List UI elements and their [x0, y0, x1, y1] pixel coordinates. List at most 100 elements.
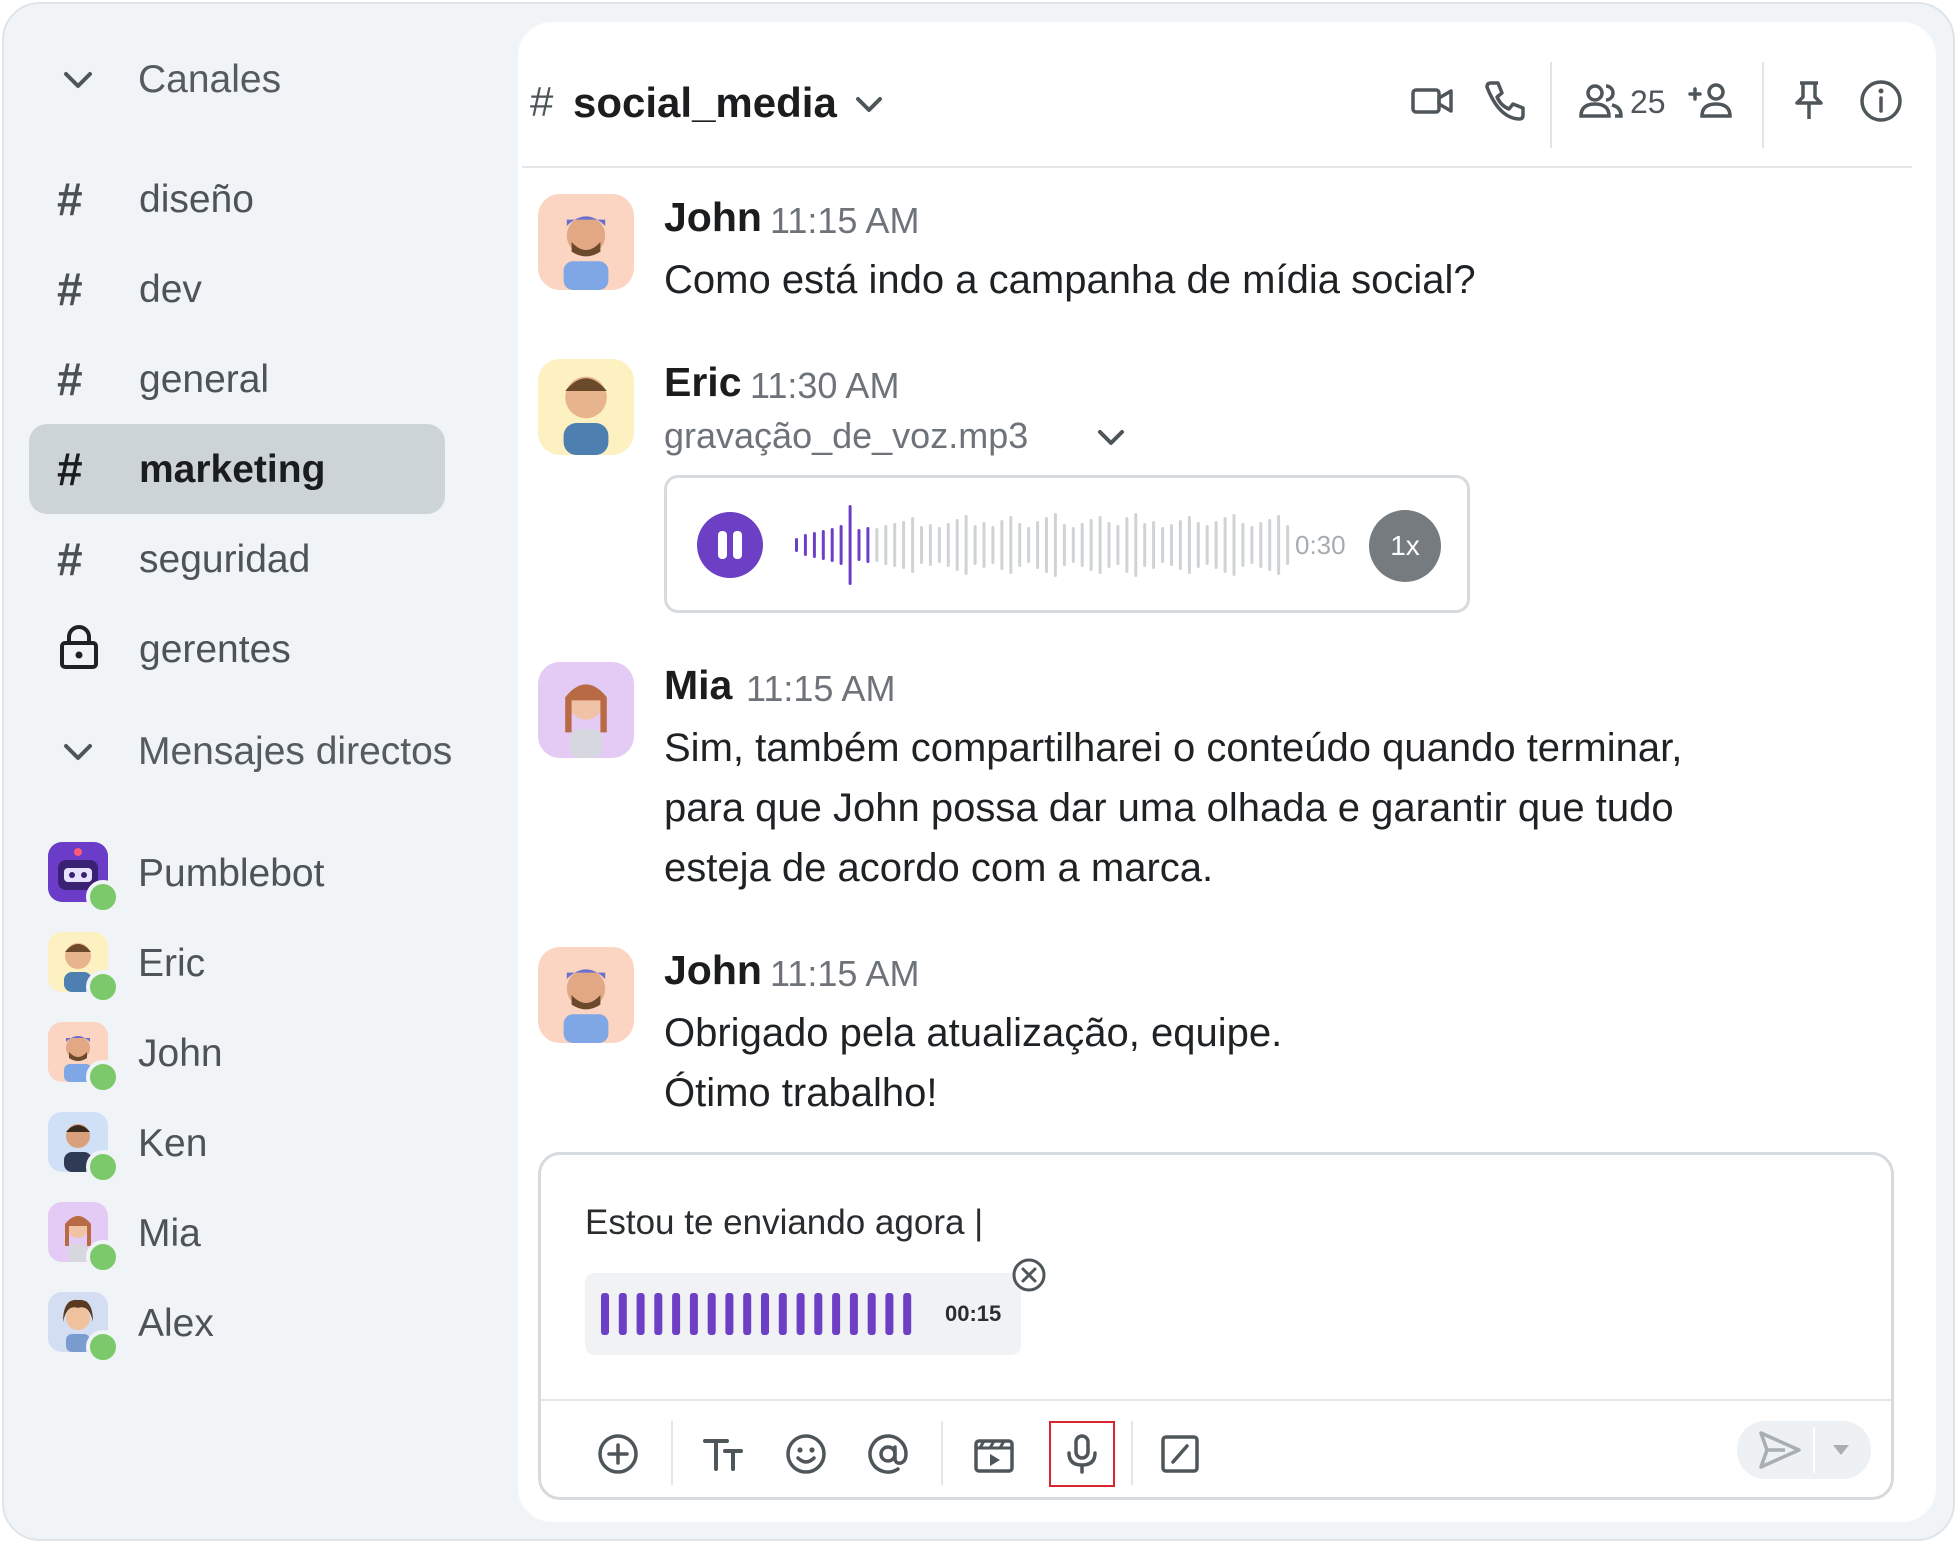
- microphone-button[interactable]: [1049, 1421, 1115, 1487]
- message-author[interactable]: John: [664, 947, 762, 994]
- waveform-bar: [946, 523, 950, 567]
- add-member-icon[interactable]: [1688, 78, 1734, 124]
- hash-icon: #: [57, 353, 83, 405]
- waveform-bar: [1241, 523, 1245, 567]
- dm-item-eric[interactable]: Eric: [4, 918, 504, 1008]
- sidebar-item-label: seguridad: [139, 538, 311, 581]
- waveform-bar: [1080, 523, 1084, 567]
- member-count[interactable]: 25: [1630, 84, 1666, 121]
- message-author[interactable]: Mia: [664, 662, 732, 709]
- dm-section-toggle[interactable]: Mensajes directos: [4, 722, 504, 782]
- toolbar-divider: [941, 1421, 943, 1485]
- recording-bar: [601, 1293, 609, 1335]
- waveform-bar: [1178, 520, 1182, 570]
- message-composer: Estou te enviando agora | 00:15: [538, 1152, 1894, 1500]
- channels-section-toggle[interactable]: Canales: [4, 50, 504, 110]
- waveform-bar: [848, 505, 852, 585]
- audio-player: 0:30 1x: [664, 475, 1470, 613]
- sidebar-item-diseno[interactable]: # diseño: [29, 154, 445, 244]
- sidebar-item-gerentes[interactable]: gerentes: [29, 604, 445, 694]
- message-timestamp: 11:30 AM: [750, 365, 900, 406]
- message-line: Sim, também compartilharei o conteúdo qu…: [664, 726, 1683, 770]
- waveform-bar: [1116, 525, 1120, 565]
- avatar[interactable]: [538, 194, 634, 290]
- phone-icon[interactable]: [1481, 78, 1527, 124]
- pause-icon[interactable]: [697, 512, 763, 578]
- header-divider-line: [522, 166, 1912, 168]
- waveform-bar: [1152, 521, 1156, 569]
- pin-icon[interactable]: [1786, 78, 1832, 124]
- message-timestamp: 11:15 AM: [746, 668, 896, 709]
- recording-bar: [796, 1293, 805, 1335]
- waveform-bar: [1161, 527, 1165, 563]
- info-icon[interactable]: [1858, 78, 1904, 124]
- video-camera-icon[interactable]: [1409, 78, 1455, 124]
- text-format-icon[interactable]: [701, 1431, 747, 1477]
- waveform-bar: [937, 527, 941, 563]
- chevron-down-icon[interactable]: [1096, 427, 1126, 449]
- channels-header: Canales: [138, 58, 282, 101]
- message-input[interactable]: Estou te enviando agora |: [585, 1203, 983, 1243]
- dm-item-mia[interactable]: Mia: [4, 1188, 504, 1278]
- waveform-bar: [911, 517, 915, 573]
- caret-down-icon[interactable]: [1831, 1443, 1851, 1457]
- add-icon[interactable]: [595, 1431, 641, 1477]
- message-timestamp: 11:15 AM: [770, 953, 920, 994]
- waveform-bar: [795, 538, 798, 552]
- attachment-filename[interactable]: gravação_de_voz.mp3: [664, 415, 1028, 457]
- chevron-down-icon[interactable]: [854, 94, 884, 116]
- dm-item-alex[interactable]: Alex: [4, 1278, 504, 1368]
- close-icon[interactable]: [1011, 1257, 1047, 1293]
- send-button-group: [1737, 1421, 1871, 1479]
- channel-view: # social_media 25 John 11:15 AM Como est…: [518, 22, 1936, 1522]
- media-icon[interactable]: [971, 1431, 1017, 1477]
- recording-bar: [707, 1293, 716, 1335]
- waveform-bar: [955, 519, 959, 571]
- message-author[interactable]: Eric: [664, 359, 742, 406]
- dm-item-john[interactable]: John: [4, 1008, 504, 1098]
- dm-item-pumblebot[interactable]: Pumblebot: [4, 828, 504, 918]
- audio-waveform[interactable]: [794, 502, 1294, 588]
- waveform-bar: [1223, 517, 1227, 573]
- waveform-bar: [1053, 513, 1057, 577]
- avatar[interactable]: [538, 359, 634, 455]
- recording-bar: [867, 1293, 876, 1335]
- sidebar-item-label: diseño: [139, 178, 254, 221]
- hash-icon: #: [57, 263, 83, 315]
- message-line: para que John possa dar uma olhada e gar…: [664, 786, 1674, 830]
- sidebar-item-dev[interactable]: # dev: [29, 244, 445, 334]
- waveform-bar: [893, 523, 897, 567]
- message-author[interactable]: John: [664, 194, 762, 241]
- online-status-dot: [86, 880, 120, 914]
- waveform-bar: [1027, 527, 1031, 563]
- slash-command-icon[interactable]: [1157, 1431, 1203, 1477]
- header-divider: [1550, 62, 1552, 148]
- avatar[interactable]: [538, 662, 634, 758]
- waveform-bar: [928, 524, 932, 566]
- waveform-bar: [812, 532, 816, 558]
- recording-bar: [903, 1293, 912, 1335]
- dm-item-ken[interactable]: Ken: [4, 1098, 504, 1188]
- waveform-bar: [1009, 516, 1013, 574]
- sidebar: Canales # diseño # dev # general # marke…: [4, 4, 516, 1539]
- sidebar-item-seguridad[interactable]: # seguridad: [29, 514, 445, 604]
- toolbar-divider: [1131, 1421, 1133, 1485]
- message-line: Obrigado pela atualização, equipe.: [664, 1011, 1283, 1055]
- members-icon[interactable]: [1578, 78, 1624, 124]
- emoji-icon[interactable]: [783, 1431, 829, 1477]
- channel-title[interactable]: social_media: [573, 79, 837, 127]
- send-icon[interactable]: [1757, 1429, 1803, 1471]
- voice-recording-preview[interactable]: 00:15: [585, 1273, 1021, 1355]
- recording-bar: [778, 1293, 787, 1335]
- waveform-bar: [1286, 525, 1290, 565]
- online-status-dot: [86, 1330, 120, 1364]
- hash-icon: #: [530, 78, 554, 125]
- audio-duration: 0:30: [1295, 530, 1346, 560]
- sidebar-item-general[interactable]: # general: [29, 334, 445, 424]
- sidebar-item-label: dev: [139, 268, 202, 311]
- avatar[interactable]: [538, 947, 634, 1043]
- mention-icon[interactable]: [865, 1431, 911, 1477]
- sidebar-item-marketing[interactable]: # marketing: [29, 424, 445, 514]
- message-timestamp: 11:15 AM: [770, 200, 920, 241]
- playback-speed-button[interactable]: 1x: [1369, 510, 1441, 582]
